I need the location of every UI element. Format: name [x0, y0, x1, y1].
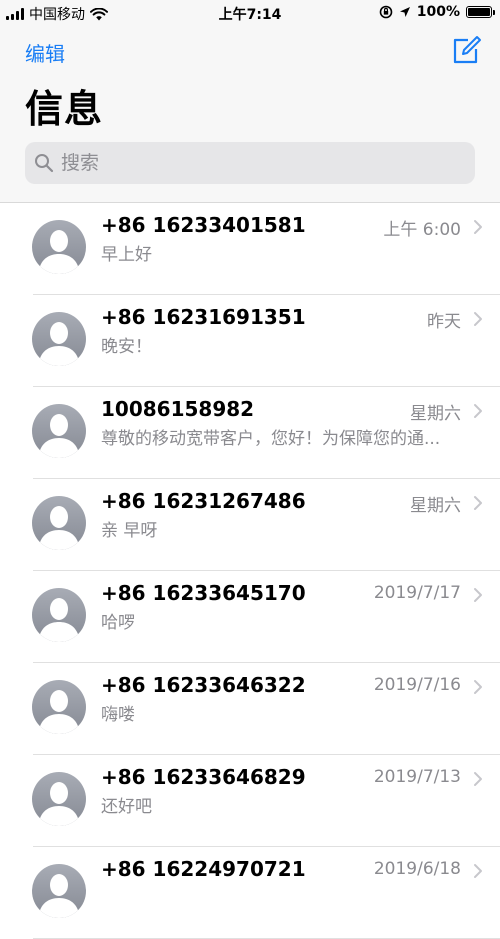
conversation-list: +86 16233401581 早上好 上午 6:00 +86 16231691…	[0, 203, 500, 939]
conversation-time: 上午 6:00	[383, 220, 461, 240]
chevron-right-icon	[474, 864, 482, 878]
status-right: 100%	[379, 4, 495, 20]
conversation-row[interactable]: +86 16233401581 早上好 上午 6:00	[0, 203, 500, 295]
search-bar[interactable]	[25, 142, 475, 184]
avatar-icon	[32, 864, 86, 918]
battery-icon	[466, 6, 495, 18]
avatar-icon	[32, 312, 86, 366]
chevron-right-icon	[474, 588, 482, 602]
conversation-row[interactable]: 10086158982 尊敬的移动宽带客户，您好！为保障您的通... 星期六	[0, 387, 500, 479]
conversation-sender: +86 16233646322	[101, 673, 306, 697]
chevron-right-icon	[474, 772, 482, 786]
conversation-preview: 尊敬的移动宽带客户，您好！为保障您的通...	[101, 429, 441, 449]
conversation-sender: +86 16233645170	[101, 581, 306, 605]
avatar-icon	[32, 588, 86, 642]
conversation-time: 星期六	[410, 404, 461, 424]
conversation-time: 2019/6/18	[373, 859, 461, 879]
conversation-sender: +86 16224970721	[101, 857, 306, 881]
conversation-preview: 亲 早呀	[101, 521, 158, 541]
conversation-sender: +86 16231267486	[101, 489, 306, 513]
chevron-right-icon	[474, 312, 482, 326]
conversation-sender: +86 16233401581	[101, 213, 306, 237]
conversation-time: 昨天	[427, 312, 461, 332]
conversation-preview: 还好吧	[101, 797, 152, 817]
conversation-preview: 晚安！	[101, 337, 152, 357]
chevron-right-icon	[474, 496, 482, 510]
avatar-icon	[32, 496, 86, 550]
avatar-icon	[32, 404, 86, 458]
conversation-row[interactable]: +86 16231691351 晚安！ 昨天	[0, 295, 500, 387]
search-input[interactable]	[59, 151, 463, 175]
chevron-right-icon	[474, 680, 482, 694]
conversation-time: 2019/7/17	[373, 583, 461, 603]
avatar-icon	[32, 772, 86, 826]
conversation-time: 2019/7/16	[373, 675, 461, 695]
conversation-row[interactable]: +86 16233645170 哈啰 2019/7/17	[0, 571, 500, 663]
avatar-icon	[32, 680, 86, 734]
chevron-right-icon	[474, 404, 482, 418]
compose-icon[interactable]	[450, 34, 482, 66]
battery-percent: 100%	[416, 4, 460, 20]
battery-fill	[468, 8, 490, 16]
conversation-sender: +86 16233646829	[101, 765, 306, 789]
search-icon	[35, 154, 54, 173]
rotation-lock-icon	[379, 5, 393, 19]
conversation-row[interactable]: +86 16231267486 亲 早呀 星期六	[0, 479, 500, 571]
conversation-row[interactable]: +86 16233646829 还好吧 2019/7/13	[0, 755, 500, 847]
conversation-preview: 哈啰	[101, 613, 135, 633]
navigation-header: 编辑 信息	[0, 26, 500, 203]
conversation-time: 2019/7/13	[373, 767, 461, 787]
conversation-sender: 10086158982	[101, 397, 255, 421]
conversation-preview: 嗨喽	[101, 705, 135, 725]
conversation-preview: 早上好	[101, 245, 152, 265]
chevron-right-icon	[474, 220, 482, 234]
avatar-icon	[32, 220, 86, 274]
status-bar: 中国移动 上午7:14 100%	[0, 0, 500, 26]
page-title: 信息	[25, 87, 104, 131]
conversation-row[interactable]: +86 16233646322 嗨喽 2019/7/16	[0, 663, 500, 755]
edit-button[interactable]: 编辑	[25, 38, 65, 67]
conversation-time: 星期六	[410, 496, 461, 516]
location-icon	[399, 7, 410, 17]
conversation-sender: +86 16231691351	[101, 305, 306, 329]
conversation-row[interactable]: +86 16224970721 2019/6/18	[0, 847, 500, 939]
